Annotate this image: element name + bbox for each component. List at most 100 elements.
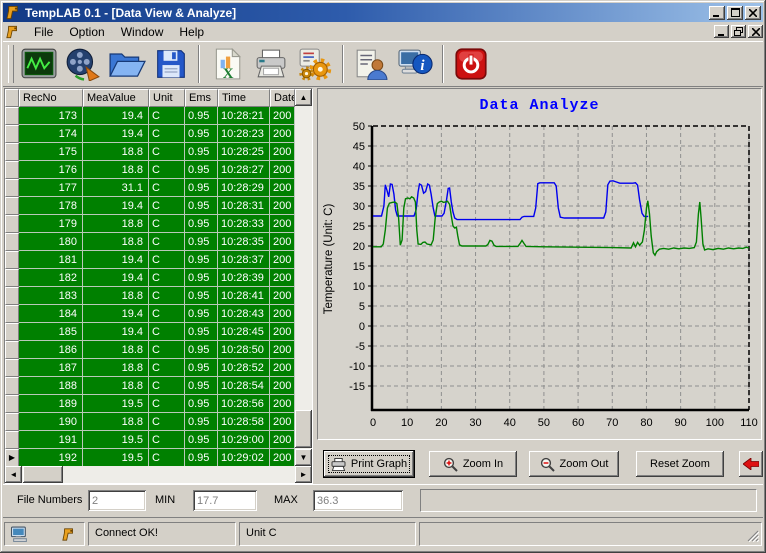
table-row[interactable]: 17819.4C0.9510:28:31200 [5,197,295,215]
reset-zoom-button[interactable]: Reset Zoom [636,451,724,477]
table-row[interactable]: 17419.4C0.9510:28:23200 [5,125,295,143]
close-button[interactable] [745,6,761,20]
row-selector[interactable] [5,377,19,395]
table-row[interactable]: 18919.5C0.9510:28:56200 [5,395,295,413]
table-row[interactable]: 17618.8C0.9510:28:27200 [5,161,295,179]
settings-button[interactable] [293,43,337,85]
row-selector[interactable] [5,359,19,377]
table-row[interactable]: 18419.4C0.9510:28:43200 [5,305,295,323]
row-selector[interactable] [5,161,19,179]
min-field[interactable] [193,490,257,511]
scroll-right-button[interactable]: ► [295,466,312,483]
scroll-up-button[interactable]: ▲ [295,89,312,106]
export-excel-button[interactable]: X [205,43,249,85]
power-exit-button[interactable] [449,43,493,85]
svg-text:110: 110 [740,417,758,429]
scroll-left-button[interactable]: ◄ [5,466,22,483]
menu-file[interactable]: File [26,23,61,42]
print-button[interactable] [249,43,293,85]
child-minimize-button[interactable] [714,25,729,38]
table-row[interactable]: 18718.8C0.9510:28:52200 [5,359,295,377]
table-row[interactable]: 17518.8C0.9510:28:25200 [5,143,295,161]
media-reel-button[interactable] [61,43,105,85]
row-selector[interactable] [5,251,19,269]
row-selector[interactable] [5,143,19,161]
file-numbers-field[interactable] [88,490,146,511]
table-row[interactable]: 19119.5C0.9510:29:00200 [5,431,295,449]
toolbar-separator [342,45,344,83]
menu-option[interactable]: Option [61,23,112,42]
child-window-icon [6,25,20,39]
horizontal-scrollbar[interactable]: ◄ ► [5,466,312,483]
row-selector[interactable] [5,287,19,305]
zoom-out-button[interactable]: Zoom Out [529,451,619,477]
vertical-scrollbar[interactable]: ▲ ▼ [295,89,312,466]
row-selector[interactable] [5,395,19,413]
open-file-button[interactable] [105,43,149,85]
horizontal-scroll-thumb[interactable] [23,466,63,483]
row-selector[interactable] [5,305,19,323]
row-selector[interactable] [5,107,19,125]
table-row[interactable]: 17731.1C0.9510:28:29200 [5,179,295,197]
row-selector[interactable] [5,413,19,431]
svg-text:-5: -5 [355,341,365,353]
save-button[interactable] [149,43,193,85]
column-header-date[interactable]: Date [270,89,295,107]
cell-recno: 175 [19,143,83,161]
table-row[interactable]: 17918.8C0.9510:28:33200 [5,215,295,233]
table-row[interactable]: 18018.8C0.9510:28:35200 [5,233,295,251]
cell-meavalue: 18.8 [83,413,149,431]
row-selector[interactable] [5,323,19,341]
print-graph-button[interactable]: Print Graph [324,451,414,477]
resize-grip[interactable] [747,530,759,542]
cell-time: 10:28:33 [218,215,270,233]
row-selector[interactable] [5,125,19,143]
table-row[interactable]: 18219.4C0.9510:28:39200 [5,269,295,287]
row-selector[interactable] [5,215,19,233]
column-header-recno[interactable]: RecNo [19,89,83,107]
cell-date: 200 [270,269,295,287]
row-selector[interactable] [5,179,19,197]
child-close-button[interactable] [748,25,763,38]
row-selector[interactable]: ▶ [5,449,19,466]
row-selector[interactable] [5,269,19,287]
title-bar[interactable]: TempLAB 0.1 - [Data View & Analyze] [3,3,763,22]
row-selector[interactable] [5,197,19,215]
row-selector[interactable] [5,431,19,449]
table-row[interactable]: 18519.4C0.9510:28:45200 [5,323,295,341]
table-row[interactable]: 17319.4C0.9510:28:21200 [5,107,295,125]
menu-help[interactable]: Help [171,23,212,42]
scroll-down-button[interactable]: ▼ [295,449,312,466]
cell-recno: 185 [19,323,83,341]
minimize-button[interactable] [709,6,725,20]
column-header-ems[interactable]: Ems [185,89,218,107]
scroll-back-button[interactable] [739,451,763,477]
zoom-in-button[interactable]: Zoom In [429,451,517,477]
user-report-button[interactable] [349,43,393,85]
vertical-scroll-thumb[interactable] [295,410,312,448]
column-header-time[interactable]: Time [218,89,270,107]
column-header-unit[interactable]: Unit [149,89,185,107]
max-field[interactable] [313,490,403,511]
system-info-icon: i [396,48,434,80]
system-info-button[interactable]: i [393,43,437,85]
column-header-meavalue[interactable]: MeaValue [83,89,149,107]
cell-time: 10:28:37 [218,251,270,269]
maximize-button[interactable] [727,6,743,20]
table-row[interactable]: ▶19219.5C0.9510:29:02200 [5,449,295,466]
child-restore-button[interactable] [731,25,746,38]
cell-meavalue: 18.8 [83,341,149,359]
row-selector[interactable] [5,341,19,359]
cell-ems: 0.95 [185,413,218,431]
toolbar-grip[interactable] [8,45,14,83]
bottom-panel: File Numbers MIN MAX [3,484,763,518]
table-row[interactable]: 18119.4C0.9510:28:37200 [5,251,295,269]
table-row[interactable]: 19018.8C0.9510:28:58200 [5,413,295,431]
table-row[interactable]: 18318.8C0.9510:28:41200 [5,287,295,305]
menu-window[interactable]: Window [113,23,172,42]
waveform-monitor-button[interactable] [17,43,61,85]
row-selector[interactable] [5,233,19,251]
table-row[interactable]: 18618.8C0.9510:28:50200 [5,341,295,359]
chart-title: Data Analyze [318,97,761,114]
table-row[interactable]: 18818.8C0.9510:28:54200 [5,377,295,395]
